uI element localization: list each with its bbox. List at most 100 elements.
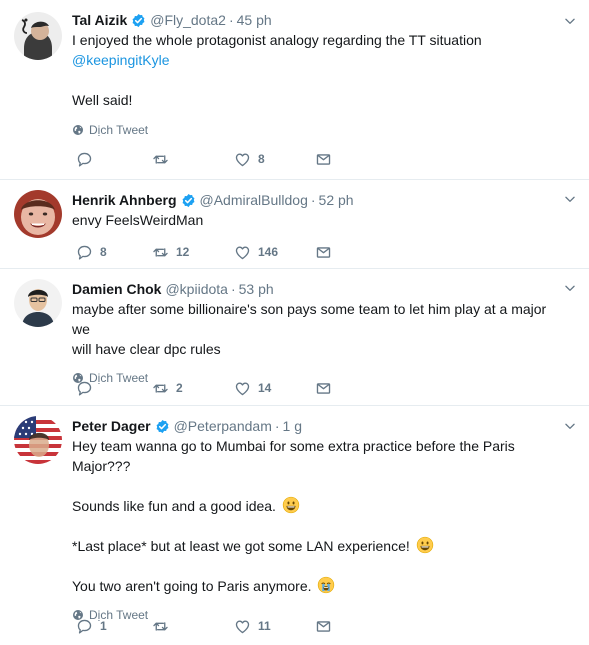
tweet-actions: 1 11 [76,617,336,635]
heart-icon [234,618,251,635]
tweet-actions: 8 [76,150,336,168]
direct-message-button[interactable] [315,150,332,168]
tweet-header: Tal Aizik @Fly_dota2 · 45 ph [72,10,563,30]
tweet-feed: Tal Aizik @Fly_dota2 · 45 ph I enjoyed t… [0,0,589,645]
tweet[interactable]: Peter Dager @Peterpandam · 1 g Hey team … [0,406,589,645]
tweet-content: Damien Chok @kpiidota · 53 ph maybe afte… [72,279,563,386]
tweet-text: will have clear dpc rules [72,341,221,357]
reply-icon [76,618,93,635]
tweet[interactable]: Damien Chok @kpiidota · 53 ph maybe afte… [0,269,589,406]
author-name[interactable]: Peter Dager [72,416,151,436]
retweet-icon [152,618,169,635]
like-button[interactable]: 146 [234,243,278,261]
direct-message-button[interactable] [315,617,332,635]
retweet-icon [152,151,169,168]
direct-message-button[interactable] [315,379,332,397]
tweet[interactable]: Henrik Ahnberg @AdmiralBulldog · 52 ph e… [0,180,589,269]
retweet-count: 2 [176,381,183,395]
tweet-header: Peter Dager @Peterpandam · 1 g [72,416,563,436]
retweet-button[interactable]: 12 [152,243,189,261]
tweet-content: Peter Dager @Peterpandam · 1 g Hey team … [72,416,563,623]
translate-tweet-link[interactable]: Dịch Tweet [72,122,563,138]
separator-dot: · [230,281,236,297]
tweet-text: Hey team wanna go to Mumbai for some ext… [72,438,515,474]
timestamp[interactable]: 1 g [283,416,302,436]
tweet-text: *Last place* but at least we got some LA… [72,538,410,554]
tweet-content: Tal Aizik @Fly_dota2 · 45 ph I enjoyed t… [72,10,563,138]
tweet-content: Henrik Ahnberg @AdmiralBulldog · 52 ph e… [72,190,563,230]
like-button[interactable]: 14 [234,379,271,397]
tweet-text: maybe after some billionaire's son pays … [72,301,547,337]
author-name[interactable]: Henrik Ahnberg [72,190,177,210]
reply-count: 1 [100,619,107,633]
chevron-down-icon[interactable] [563,14,577,28]
separator-dot: · [228,12,234,28]
retweet-button[interactable] [152,617,169,635]
envelope-icon [315,618,332,635]
reply-icon [76,151,93,168]
tweet-header: Damien Chok @kpiidota · 53 ph [72,279,563,299]
retweet-icon [152,380,169,397]
tweet-text: Well said! [72,92,133,108]
tweet-text: Sounds like fun and a good idea. [72,498,276,514]
avatar[interactable] [14,12,62,60]
heart-icon [234,244,251,261]
tweet-text: You two aren't going to Paris anymore. [72,578,312,594]
timestamp[interactable]: 53 ph [239,279,274,299]
author-handle[interactable]: @Peterpandam [174,416,272,436]
avatar[interactable] [14,190,62,238]
like-count: 11 [258,619,271,633]
tweet-actions: 8 12 146 [76,243,336,261]
author-name[interactable]: Tal Aizik [72,10,127,30]
retweet-icon [152,244,169,261]
reply-button[interactable] [76,150,93,168]
globe-icon [72,124,84,136]
reply-icon [76,380,93,397]
like-button[interactable]: 11 [234,617,271,635]
timestamp[interactable]: 45 ph [237,10,272,30]
separator-dot: · [274,418,280,434]
tweet-text-line: *Last place* but at least we got some LA… [72,536,563,556]
direct-message-button[interactable] [315,243,332,261]
mention-link[interactable]: @keepingitKyle [72,50,563,70]
reply-count: 8 [100,245,107,259]
verified-badge-icon [131,13,146,28]
like-count: 14 [258,381,272,395]
reply-button[interactable]: 1 [76,617,107,635]
separator-dot: · [310,192,316,208]
retweet-button[interactable]: 2 [152,379,183,397]
author-name[interactable]: Damien Chok [72,279,161,299]
tweet-text: I enjoyed the whole protagonist analogy … [72,32,482,48]
verified-badge-icon [181,193,196,208]
author-handle[interactable]: @kpiidota [165,279,227,299]
envelope-icon [315,380,332,397]
retweet-count: 12 [176,245,190,259]
author-handle[interactable]: @AdmiralBulldog [200,190,308,210]
author-handle[interactable]: @Fly_dota2 [150,10,226,30]
tweet[interactable]: Tal Aizik @Fly_dota2 · 45 ph I enjoyed t… [0,0,589,180]
tweet-header: Henrik Ahnberg @AdmiralBulldog · 52 ph [72,190,563,210]
heart-icon [234,380,251,397]
chevron-down-icon[interactable] [563,419,577,433]
reply-button[interactable]: 8 [76,243,107,261]
reply-button[interactable] [76,379,93,397]
chevron-down-icon[interactable] [563,281,577,295]
tweet-text: envy FeelsWeirdMan [72,212,204,228]
envelope-icon [315,244,332,261]
avatar[interactable] [14,416,62,464]
tweet-actions: 2 14 [76,379,336,397]
retweet-button[interactable] [152,150,169,168]
like-count: 8 [258,152,265,166]
like-button[interactable]: 8 [234,150,265,168]
timestamp[interactable]: 52 ph [319,190,354,210]
chevron-down-icon[interactable] [563,192,577,206]
heart-icon [234,151,251,168]
reply-icon [76,244,93,261]
tweet-text-line: You two aren't going to Paris anymore. [72,576,563,596]
envelope-icon [315,151,332,168]
crying-face-icon [317,576,335,594]
avatar[interactable] [14,279,62,327]
grinning-face-icon [416,536,434,554]
translate-label: Dịch Tweet [89,123,149,137]
like-count: 146 [258,245,279,259]
